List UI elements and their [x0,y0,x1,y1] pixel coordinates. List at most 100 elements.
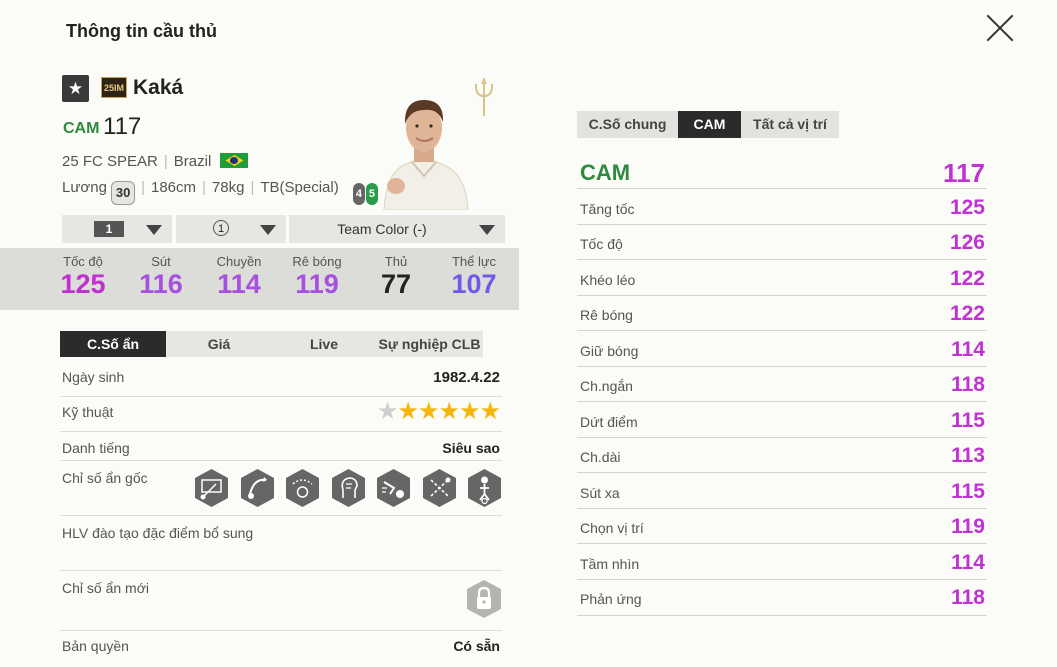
player-name: Kaká [133,76,184,99]
stat-value: 107 [451,269,497,299]
stat-value: 118 [951,373,985,396]
chevron-down-icon [260,225,276,235]
lock-icon [467,580,501,618]
stat-label: Tốc độ [63,254,103,269]
long-shot-trait-icon[interactable] [194,468,229,508]
level-dropdown[interactable]: 1 [62,215,172,243]
stat-label: Khéo léo [580,272,636,288]
skill-stars: ★★★★★★ [377,397,501,426]
position-stat-row: Chọn vị trí 119 [577,509,987,544]
stat-value: 126 [949,231,985,254]
coach-traits-label: HLV đào tạo đặc điểm bổ sung [62,525,254,541]
stat-value: 119 [295,269,339,299]
speed-dribbler-trait-icon[interactable] [376,468,411,508]
level-value: 1 [94,221,124,237]
stat-physical: Thể lực 107 [439,254,509,299]
position-head-row: CAM 117 [577,156,987,189]
stat-label: Chọn vị trí [580,520,644,536]
star-icon: ★ [417,398,439,425]
favorite-star-icon[interactable]: ★ [62,75,89,102]
star-icon: ★ [438,398,459,425]
star-icon: ★ [458,398,480,425]
new-traits-row: Chỉ số ẩn mới [60,571,502,631]
stat-value: 122 [949,302,985,325]
position-stat-row: Tăng tốc 125 [577,189,987,225]
stat-value: 122 [949,267,985,290]
position-stat-row: Dứt điểm 115 [577,402,987,438]
stat-value: 116 [139,269,183,299]
position-stat-row: Ch.dài 113 [577,438,987,473]
chevron-down-icon [479,225,495,235]
stat-value: 113 [951,444,985,467]
training-dropdown[interactable]: 1 [176,215,286,243]
position-stat-row: Tốc độ 126 [577,225,987,260]
stat-value: 114 [217,269,261,299]
height-value: 186cm [150,179,197,196]
star-icon: ★ [479,398,500,425]
hidden-traits-row: Chỉ số ẩn gốc [60,461,502,516]
tab-live[interactable]: Live [272,331,376,357]
reputation-value: Siêu sao [442,440,500,456]
stat-label: Tăng tốc [580,201,635,217]
position-stat-row: Sút xa 115 [577,473,987,509]
stat-value: 115 [951,409,985,432]
tab-hidden-stats[interactable]: C.Số ẩn [60,331,166,357]
position-stat-row: Phản ứng 118 [577,580,987,616]
stat-label: Sút [151,254,171,269]
stat-label: Sút xa [580,485,620,501]
birth-value: 1982.4.22 [433,369,500,386]
power-header-trait-icon[interactable] [467,468,502,508]
reputation-row: Danh tiếng Siêu sao [60,432,502,461]
weight-value: 78kg [211,179,245,196]
stat-label: Thể lực [451,254,497,269]
stat-label: Phản ứng [580,591,642,607]
tab-cam[interactable]: CAM [678,111,741,138]
birth-row: Ngày sinh 1982.4.22 [60,362,502,397]
stat-value: 119 [951,515,985,538]
dribbler-trait-icon[interactable] [285,468,320,508]
team-color-dropdown[interactable]: Team Color (-) [289,215,505,243]
passing-trait-icon[interactable] [422,468,457,508]
tab-club-career[interactable]: Sự nghiệp CLB [376,331,483,357]
trait-icons [188,468,502,508]
position-head-label: CAM [580,160,631,185]
stat-label: Tầm nhìn [580,556,640,572]
close-button[interactable] [984,12,1016,44]
body-type: TB(Special) [260,179,339,196]
stat-value: 77 [380,269,412,299]
stat-value: 118 [951,586,985,609]
star-icon: ★ [397,398,418,425]
position-stat-row: Rê bóng 122 [577,296,987,331]
season-badge-icon: 25IM [101,77,127,98]
tab-price[interactable]: Giá [166,331,272,357]
rights-label: Bản quyền [62,638,129,654]
hidden-traits-label: Chỉ số ẩn gốc [62,470,148,486]
stat-label: Ch.ngắn [580,378,633,394]
stat-dribbling: Rê bóng 119 [282,254,352,299]
tab-general-stats[interactable]: C.Số chung [577,111,678,138]
position-stat-row: Khéo léo 122 [577,260,987,296]
stat-label: Ch.dài [580,449,621,465]
position-stat-row: Tầm nhìn 114 [577,544,987,580]
flair-trait-icon[interactable] [240,468,275,508]
salary-label: Lương [62,179,107,196]
stat-passing: Chuyền 114 [204,254,274,299]
tab-all-positions[interactable]: Tất cả vị trí [741,111,839,138]
team-color-value: Team Color (-) [337,221,427,237]
coach-traits-row: HLV đào tạo đặc điểm bổ sung [60,516,502,571]
weak-foot-badge: 4 [352,183,365,205]
birth-label: Ngày sinh [62,369,125,385]
playmaker-trait-icon[interactable] [331,468,366,508]
season-nation-line: 25 FC SPEAR | Brazil [62,153,249,170]
position-stat-row: Ch.ngắn 118 [577,367,987,402]
player-position: CAM [63,120,100,137]
stat-value: 125 [949,196,985,219]
spear-season-icon [475,78,493,116]
stat-label: Rê bóng [292,254,342,269]
stat-label: Rê bóng [580,307,633,323]
salary-badge: 30 [111,181,136,205]
page-title: Thông tin cầu thủ [66,21,217,41]
stat-value: 114 [951,338,985,361]
stat-shooting: Sút 116 [126,254,196,299]
new-traits-label: Chỉ số ẩn mới [62,580,149,596]
